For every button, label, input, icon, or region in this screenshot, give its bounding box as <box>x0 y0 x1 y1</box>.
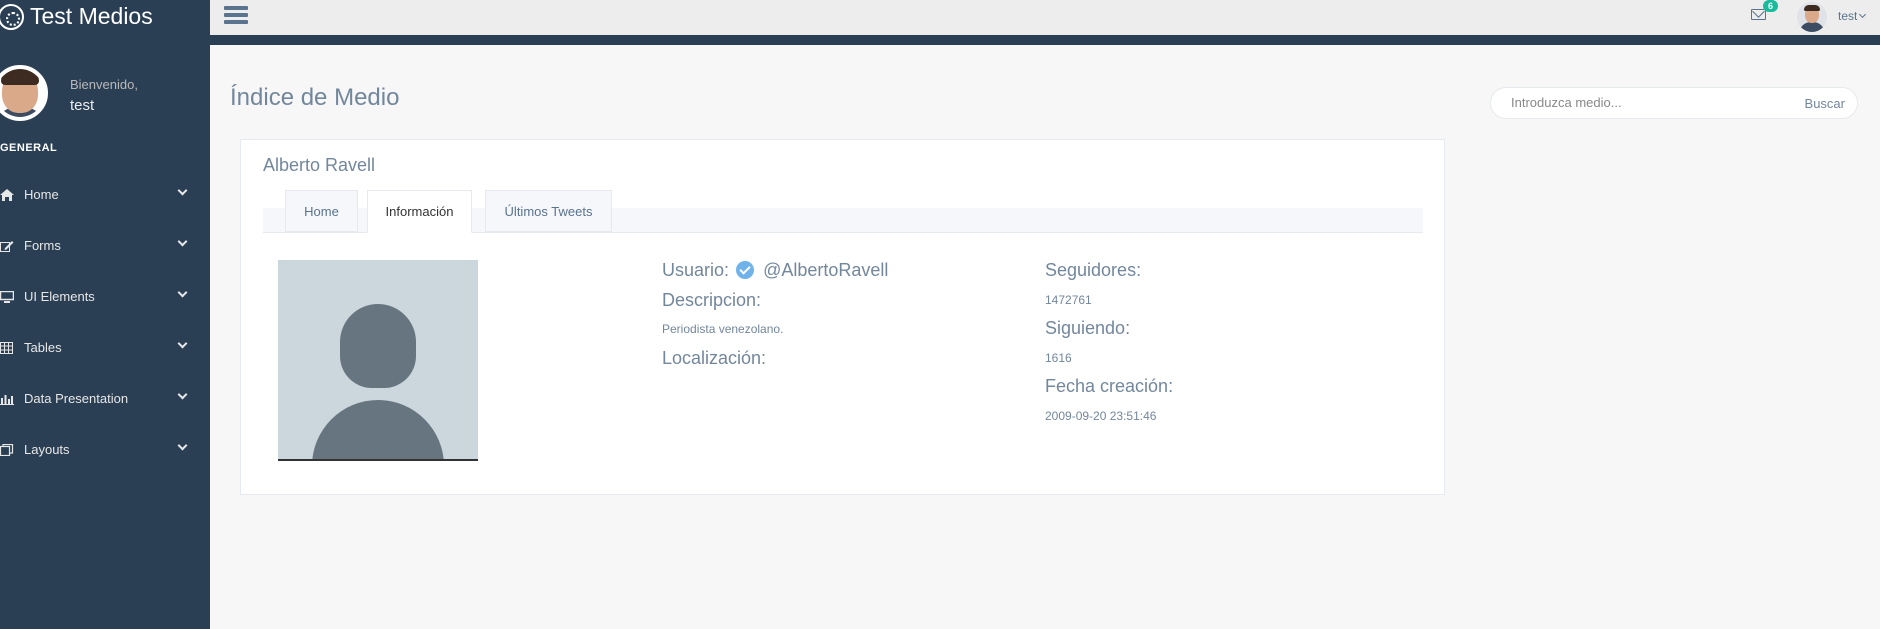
user-avatar[interactable] <box>1797 2 1827 32</box>
sidebar-item-ui-elements[interactable]: UI Elements <box>0 271 210 322</box>
location-label: Localización: <box>662 348 767 368</box>
sidebar-menu: Home Forms UI Elements Tables Data Prese… <box>0 169 210 475</box>
tab-ultimos-tweets[interactable]: Últimos Tweets <box>485 190 612 232</box>
sidebar-item-label: Tables <box>24 340 62 355</box>
menu-toggle-icon[interactable] <box>224 6 248 26</box>
sidebar-item-forms[interactable]: Forms <box>0 220 210 271</box>
user-menu-label: test <box>1838 9 1858 23</box>
user-label: Usuario: <box>662 260 730 280</box>
sidebar: Test Medios Bienvenido, test GENERAL Hom… <box>0 0 210 629</box>
description-value: Periodista venezolano. <box>662 322 784 336</box>
description-label: Descripcion: <box>662 290 762 310</box>
user-handle: @AlbertoRavell <box>763 260 889 280</box>
table-icon <box>0 341 13 354</box>
profile-image <box>278 260 478 461</box>
user-menu[interactable]: test <box>1838 9 1867 23</box>
bar-chart-icon <box>0 394 14 405</box>
welcome-text: Bienvenido, <box>70 77 138 92</box>
chevron-down-icon <box>177 389 188 400</box>
app-title: Test Medios <box>30 3 153 29</box>
user-row: Usuario: @AlbertoRavell <box>662 260 888 281</box>
verified-badge-icon <box>736 261 755 279</box>
chevron-down-icon <box>177 440 188 451</box>
envelope-icon[interactable] <box>1751 9 1766 20</box>
sidebar-item-label: UI Elements <box>24 289 95 304</box>
sidebar-item-label: Data Presentation <box>24 391 129 406</box>
profile-block: Bienvenido, test <box>0 65 210 125</box>
sidebar-item-tables[interactable]: Tables <box>0 322 210 373</box>
brand[interactable]: Test Medios <box>0 0 210 33</box>
created-value: 2009-09-20 23:51:46 <box>1045 409 1157 423</box>
search-bar: Buscar <box>1490 87 1858 119</box>
brand-logo-icon <box>0 3 24 30</box>
following-value: 1616 <box>1045 351 1072 365</box>
sidebar-item-home[interactable]: Home <box>0 169 210 220</box>
avatar <box>0 65 48 121</box>
chevron-down-icon <box>177 185 188 196</box>
sidebar-item-label: Forms <box>24 238 61 253</box>
search-input[interactable] <box>1511 95 1771 110</box>
created-label: Fecha creación: <box>1045 376 1174 396</box>
caret-down-icon <box>1859 10 1867 19</box>
page-title: Índice de Medio <box>230 84 400 111</box>
chevron-down-icon <box>177 236 188 247</box>
followers-label: Seguidores: <box>1045 260 1142 280</box>
clone-icon <box>0 443 14 456</box>
menu-section-title: GENERAL <box>0 142 58 154</box>
top-navbar: 6 test <box>210 0 1880 45</box>
chevron-down-icon <box>177 338 188 349</box>
sidebar-item-data-presentation[interactable]: Data Presentation <box>0 373 210 424</box>
following-label: Siguiendo: <box>1045 318 1131 338</box>
panel-title: Alberto Ravell <box>263 155 376 175</box>
home-icon <box>0 188 14 201</box>
edit-icon <box>0 240 14 252</box>
tab-home[interactable]: Home <box>285 190 358 232</box>
sidebar-item-label: Home <box>24 187 59 202</box>
chevron-down-icon <box>177 287 188 298</box>
mail-count-badge: 6 <box>1763 0 1779 12</box>
media-panel: Alberto Ravell Home Información Últimos … <box>240 139 1445 495</box>
desktop-icon <box>0 290 14 303</box>
tab-informacion[interactable]: Información <box>367 190 472 233</box>
sidebar-item-label: Layouts <box>24 442 70 457</box>
search-button[interactable]: Buscar <box>1805 96 1845 111</box>
followers-value: 1472761 <box>1045 293 1092 307</box>
profile-username: test <box>70 97 95 114</box>
sidebar-item-layouts[interactable]: Layouts <box>0 424 210 475</box>
